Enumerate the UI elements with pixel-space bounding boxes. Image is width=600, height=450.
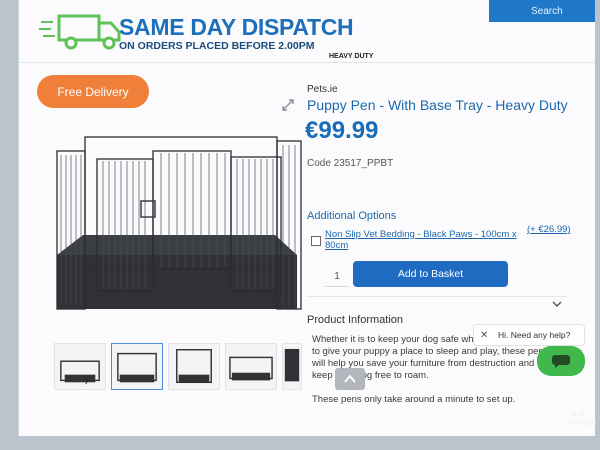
close-icon[interactable]: ✕ — [480, 330, 492, 341]
scroll-to-top-button[interactable] — [335, 368, 365, 390]
section-divider — [307, 296, 567, 297]
option-checkbox[interactable] — [311, 236, 321, 246]
category-nav-heavy-duty[interactable]: HEAVY DUTY — [329, 53, 373, 60]
quantity-value: 1 — [334, 270, 340, 282]
thumbnail-4[interactable] — [225, 343, 277, 390]
chat-icon — [552, 355, 570, 368]
thumbnail-5[interactable] — [282, 343, 302, 390]
chat-launcher-button[interactable] — [537, 346, 585, 376]
search-label: Search — [531, 5, 563, 17]
additional-options-title: Additional Options — [307, 210, 397, 222]
product-info-paragraph: These pens only take around a minute to … — [312, 394, 516, 405]
product-main-image[interactable] — [37, 125, 309, 321]
free-delivery-label: Free Delivery — [57, 84, 129, 99]
chevron-down-icon[interactable] — [552, 300, 562, 308]
product-price: €99.99 — [305, 117, 379, 144]
product-code: Code 23517_PPBT — [307, 158, 394, 169]
thumbnail-3[interactable] — [168, 343, 220, 390]
product-title: Puppy Pen - With Base Tray - Heavy Duty — [307, 97, 568, 113]
truck-icon — [39, 14, 121, 50]
thumbnail-2[interactable] — [111, 343, 163, 390]
add-to-basket-button[interactable]: Add to Basket — [353, 261, 508, 287]
chevron-up-icon — [344, 374, 356, 383]
product-page: Search SAME DAY DISPATCH ON ORDERS PLACE… — [18, 0, 595, 436]
search-box[interactable]: Search — [489, 0, 595, 22]
chat-prompt-text: Hi. Need any help? — [498, 330, 571, 340]
taskbar-clock-date: 10/04/2025 — [566, 421, 597, 427]
header-divider — [19, 62, 595, 63]
quantity-input[interactable]: 1 — [325, 266, 349, 287]
product-information-title[interactable]: Product Information — [307, 314, 403, 326]
brand-link[interactable]: Pets.ie — [307, 84, 338, 95]
option-price: (+ €26.99) — [527, 224, 571, 235]
dispatch-banner-title: SAME DAY DISPATCH — [119, 14, 354, 40]
chat-prompt-bubble[interactable]: ✕ Hi. Need any help? — [473, 324, 585, 346]
thumbnail-1[interactable] — [54, 343, 106, 390]
dispatch-banner-subtitle: ON ORDERS PLACED BEFORE 2.00PM — [119, 40, 315, 52]
option-name-link[interactable]: Non Slip Vet Bedding - Black Paws - 100c… — [325, 229, 530, 251]
add-to-basket-label: Add to Basket — [397, 268, 464, 280]
free-delivery-badge: Free Delivery — [37, 75, 149, 108]
expand-icon[interactable] — [281, 98, 295, 112]
taskbar-clock-time: 14:18 — [570, 412, 586, 418]
